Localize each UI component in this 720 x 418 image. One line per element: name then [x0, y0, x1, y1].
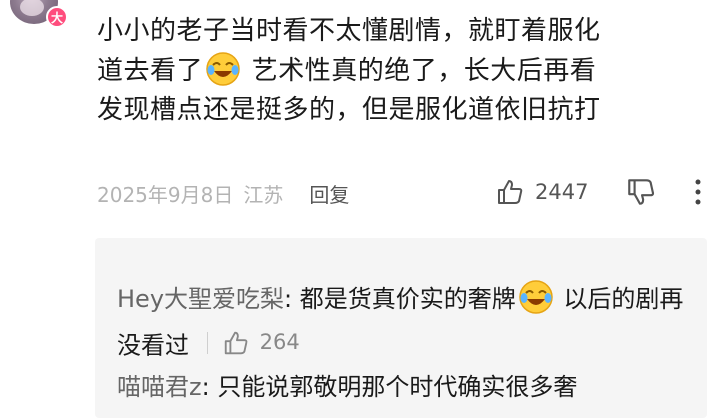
user-avatar[interactable]: 大 — [10, 0, 68, 28]
more-vertical-icon — [695, 179, 701, 205]
laugh-cry-emoji-icon — [206, 52, 240, 86]
more-options-button[interactable] — [690, 176, 706, 212]
comment-line-3: 发现槽点还是挺多的，但是服化道依旧抗打 — [97, 95, 601, 125]
like-button[interactable]: 2447 — [495, 176, 588, 208]
thumbs-down-icon — [628, 179, 655, 205]
comment-date: 2025年9月8日 — [97, 182, 234, 207]
reply-like-button[interactable]: 264 — [197, 321, 300, 364]
dislike-button[interactable] — [625, 176, 657, 212]
comment-meta: 2025年9月8日 江苏 回复 — [97, 178, 349, 208]
reply-author[interactable]: Hey大聖爱吃梨 — [117, 285, 284, 313]
like-count: 2447 — [535, 180, 589, 204]
reply-like-count: 264 — [259, 330, 300, 354]
reply-item: 喵喵君z: 只能说郭敬明那个时代确实很多奢 — [117, 373, 578, 401]
thumbs-up-icon — [498, 180, 523, 204]
divider — [206, 331, 208, 354]
comment-line-1: 小小的老子当时看不太懂剧情，就盯着服化 — [97, 16, 601, 46]
comment-line-2: 道去看了 艺术性真的绝了，长大后再看 — [97, 51, 707, 91]
laugh-cry-emoji-icon — [518, 280, 553, 314]
thumbs-up-icon — [224, 331, 248, 354]
reply-button[interactable]: 回复 — [309, 179, 349, 208]
reply-text: 只能说郭敬明那个时代确实很多奢 — [217, 373, 578, 401]
comment-location: 江苏 — [243, 182, 284, 207]
vip-badge: 大 — [46, 6, 68, 28]
reply-text: 都是货真价实的奢牌 — [299, 285, 516, 313]
reply-author[interactable]: 喵喵君z — [117, 373, 202, 401]
comment-body: 小小的老子当时看不太懂剧情，就盯着服化 道去看了 艺术性真的绝了，长大后再看 发… — [97, 12, 707, 130]
reply-item: Hey大聖爱吃梨: 都是货真价实的奢牌 以后的剧再没看过 264 — [117, 278, 687, 368]
